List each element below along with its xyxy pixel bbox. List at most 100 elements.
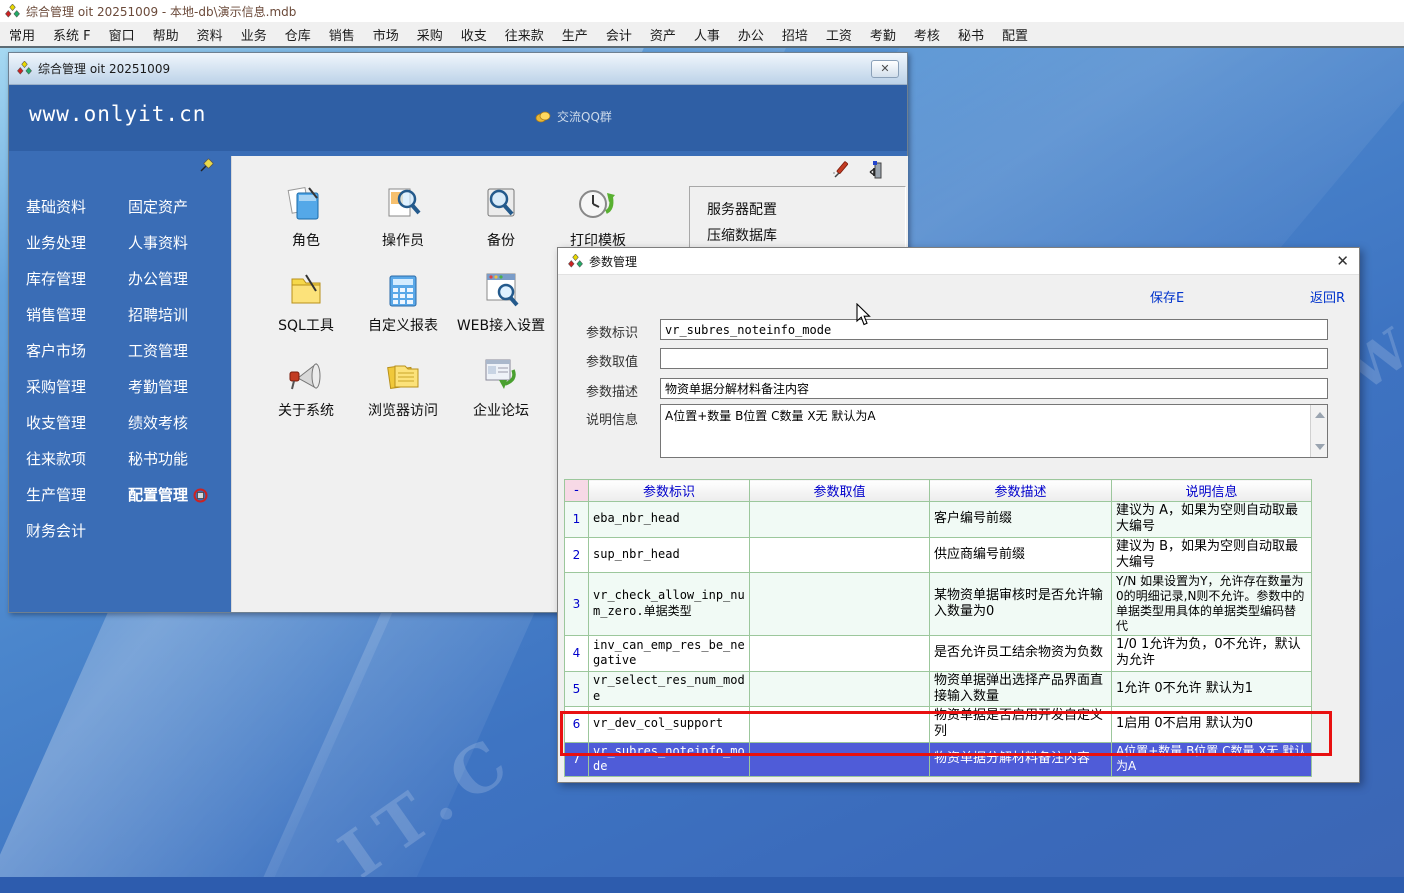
sidebar-item-income-expense[interactable]: 收支管理 <box>26 405 86 441</box>
menu-item[interactable]: 常用 <box>0 25 44 44</box>
menu-item[interactable]: 考勤 <box>861 25 905 44</box>
scroll-up-icon[interactable] <box>1315 412 1325 418</box>
cell-param-value <box>750 537 930 573</box>
table-row[interactable]: 6 vr_dev_col_support 物资单据是否启用开发自定义列 1启用 … <box>565 707 1312 743</box>
sidebar-item-office[interactable]: 办公管理 <box>128 261 208 297</box>
menu-item[interactable]: 采购 <box>408 25 452 44</box>
sidebar-item-inventory[interactable]: 库存管理 <box>26 261 86 297</box>
menu-item[interactable]: 系统 F <box>44 25 100 44</box>
shortcut-sql-tool[interactable]: SQL工具 <box>256 269 356 335</box>
menu-item[interactable]: 考核 <box>905 25 949 44</box>
table-row[interactable]: 2 sup_nbr_head 供应商编号前缀 建议为 B，如果为空则自动取最大编… <box>565 537 1312 573</box>
sidebar-item-business[interactable]: 业务处理 <box>26 225 86 261</box>
customize-wand-icon[interactable] <box>832 160 852 180</box>
qq-group-link[interactable]: 交流QQ群 <box>535 108 612 125</box>
table-row[interactable]: 5 vr_select_res_num_mode 物资单据弹出选择产品界面直接输… <box>565 671 1312 707</box>
return-link[interactable]: 返回R <box>1310 287 1345 306</box>
sidebar-item-configuration[interactable]: 配置管理 <box>128 477 208 513</box>
sidebar-item-recruit-training[interactable]: 招聘培训 <box>128 297 208 333</box>
row-index: 1 <box>565 502 589 538</box>
param-desc-label: 参数描述 <box>586 381 638 400</box>
dialog-logo-icon <box>568 254 583 269</box>
menu-item[interactable]: 帮助 <box>144 25 188 44</box>
dialog-titlebar[interactable]: 参数管理 ✕ <box>558 248 1359 275</box>
table-row[interactable]: 3 vr_check_allow_inp_num_zero.单据类型 某物资单据… <box>565 573 1312 636</box>
shortcut-label: 操作员 <box>382 233 424 249</box>
close-button[interactable]: ✕ <box>871 60 899 78</box>
menu-item[interactable]: 资料 <box>188 25 232 44</box>
menu-item[interactable]: 会计 <box>597 25 641 44</box>
row-index: 7 <box>565 742 589 776</box>
param-id-input[interactable] <box>660 319 1328 340</box>
menu-item[interactable]: 生产 <box>553 25 597 44</box>
sidebar-item-payroll[interactable]: 工资管理 <box>128 333 208 369</box>
table-row[interactable]: 1 eba_nbr_head 客户编号前缀 建议为 A，如果为空则自动取最大编号 <box>565 502 1312 538</box>
main-window-titlebar[interactable]: 综合管理 oit 20251009 ✕ <box>9 53 907 85</box>
shortcut-enterprise-forum[interactable]: 企业论坛 <box>451 354 551 420</box>
sidebar-item-fixed-assets[interactable]: 固定资产 <box>128 189 208 225</box>
shortcut-web-access[interactable]: WEB接入设置 <box>451 269 551 335</box>
sidebar-item-performance[interactable]: 绩效考核 <box>128 405 208 441</box>
sidebar-item-purchasing[interactable]: 采购管理 <box>26 369 86 405</box>
menu-item[interactable]: 往来款 <box>496 25 553 44</box>
shortcut-operator[interactable]: 操作员 <box>353 184 453 250</box>
save-link[interactable]: 保存E <box>1150 287 1184 306</box>
cell-param-id: vr_select_res_num_mode <box>589 671 750 707</box>
pushpin-icon[interactable] <box>197 157 215 175</box>
menu-item[interactable]: 销售 <box>320 25 364 44</box>
dialog-close-icon[interactable]: ✕ <box>1336 252 1349 270</box>
sidebar-item-sales[interactable]: 销售管理 <box>26 297 86 333</box>
server-config-item[interactable]: 服务器配置 <box>707 197 905 223</box>
menu-item[interactable]: 工资 <box>817 25 861 44</box>
menu-item[interactable]: 秘书 <box>949 25 993 44</box>
cell-param-value <box>750 671 930 707</box>
menu-item[interactable]: 市场 <box>364 25 408 44</box>
sidebar-item-production[interactable]: 生产管理 <box>26 477 86 513</box>
sidebar-item-label: 财务会计 <box>26 513 86 549</box>
shortcut-print-template[interactable]: 打印模板 <box>548 184 648 250</box>
menu-item[interactable]: 仓库 <box>276 25 320 44</box>
active-marker-icon <box>193 488 208 503</box>
cell-param-id: vr_subres_noteinfo_mode <box>589 742 750 776</box>
shortcut-role[interactable]: 角色 <box>256 184 356 250</box>
param-value-input[interactable] <box>660 348 1328 369</box>
shortcut-custom-report[interactable]: 自定义报表 <box>353 269 453 335</box>
sidebar-item-basic-data[interactable]: 基础资料 <box>26 189 86 225</box>
sidebar-item-hr[interactable]: 人事资料 <box>128 225 208 261</box>
exit-icon[interactable] <box>864 160 884 180</box>
table-header-row: - 参数标识 参数取值 参数描述 说明信息 <box>565 480 1312 502</box>
menu-item[interactable]: 收支 <box>452 25 496 44</box>
textarea-scrollbar[interactable] <box>1310 405 1327 457</box>
param-desc-input[interactable] <box>660 378 1328 399</box>
param-info-textarea[interactable]: A位置+数量 B位置 C数量 X无 默认为A <box>660 404 1328 458</box>
menu-item[interactable]: 办公 <box>729 25 773 44</box>
sidebar-item-customer-market[interactable]: 客户市场 <box>26 333 86 369</box>
compact-database-item[interactable]: 压缩数据库 <box>707 223 905 249</box>
website-link[interactable]: www.onlyit.cn <box>29 102 206 126</box>
table-row[interactable]: 4 inv_can_emp_res_be_negative 是否允许员工结余物资… <box>565 636 1312 672</box>
menu-item[interactable]: 资产 <box>641 25 685 44</box>
cell-param-desc: 是否允许员工结余物资为负数 <box>930 636 1112 672</box>
shortcut-about-system[interactable]: 关于系统 <box>256 354 356 420</box>
scroll-down-icon[interactable] <box>1315 444 1325 450</box>
menu-item[interactable]: 业务 <box>232 25 276 44</box>
cell-param-info: 1/0 1允许为负，0不允许，默认为允许 <box>1112 636 1312 672</box>
shortcut-browser-access[interactable]: 浏览器访问 <box>353 354 453 420</box>
wallpaper-bottom-band <box>0 877 1404 893</box>
sidebar-item-finance[interactable]: 财务会计 <box>26 513 86 549</box>
menu-item[interactable]: 窗口 <box>100 25 144 44</box>
sidebar-item-label: 生产管理 <box>26 477 86 513</box>
sidebar-item-secretary[interactable]: 秘书功能 <box>128 441 208 477</box>
sidebar-item-receivables[interactable]: 往来款项 <box>26 441 86 477</box>
shortcut-backup[interactable]: 备份 <box>451 184 551 250</box>
cell-param-value <box>750 573 930 636</box>
sidebar-item-attendance[interactable]: 考勤管理 <box>128 369 208 405</box>
menu-item[interactable]: 招培 <box>773 25 817 44</box>
cell-param-value <box>750 636 930 672</box>
sidebar-item-label: 秘书功能 <box>128 441 188 477</box>
table-row-selected[interactable]: 7 vr_subres_noteinfo_mode 物资单据分解材料备注内容 A… <box>565 742 1312 776</box>
cell-param-value <box>750 707 930 743</box>
menu-item[interactable]: 配置 <box>993 25 1037 44</box>
close-icon: ✕ <box>880 62 889 75</box>
menu-item[interactable]: 人事 <box>685 25 729 44</box>
